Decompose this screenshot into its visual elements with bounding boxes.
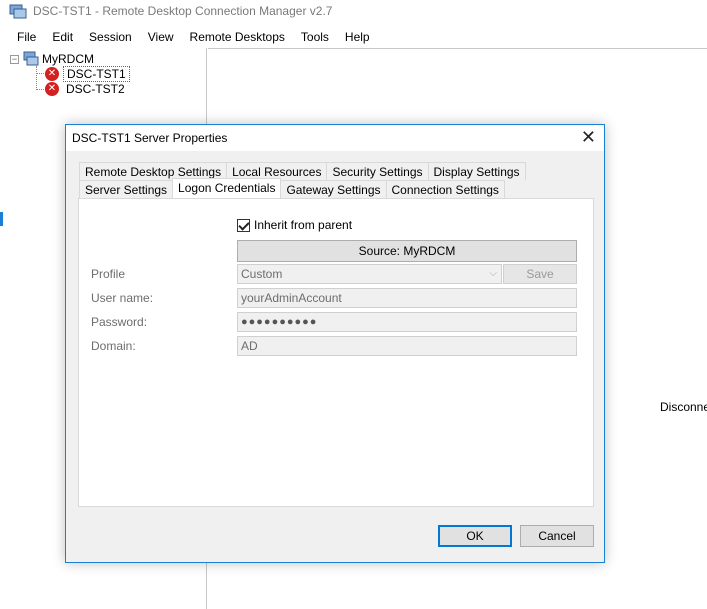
window-title: DSC-TST1 - Remote Desktop Connection Man… xyxy=(33,4,333,18)
password-label: Password: xyxy=(91,315,148,329)
server-properties-dialog: DSC-TST1 Server Properties ✕ Remote Desk… xyxy=(65,124,605,563)
domain-field[interactable]: AD xyxy=(237,336,577,356)
inherit-label: Inherit from parent xyxy=(254,218,353,232)
source-button[interactable]: Source: MyRDCM xyxy=(237,240,577,262)
tree-connector xyxy=(36,89,44,90)
tree-connector xyxy=(36,66,37,90)
main-titlebar: DSC-TST1 - Remote Desktop Connection Man… xyxy=(0,0,707,24)
disconnected-icon: ✕ xyxy=(45,82,59,96)
tab-connection-settings[interactable]: Connection Settings xyxy=(385,180,505,198)
profile-value: Custom xyxy=(241,267,283,281)
tree-node-dsc-tst1[interactable]: ✕ DSC-TST1 xyxy=(45,66,130,82)
menu-file[interactable]: File xyxy=(9,28,44,46)
tab-display-settings[interactable]: Display Settings xyxy=(427,162,526,180)
disconnected-icon: ✕ xyxy=(45,67,59,81)
password-field[interactable]: ●●●●●●●●●● xyxy=(237,312,577,332)
tree-root-myrdcm[interactable]: − MyRDCM xyxy=(10,51,94,67)
profile-label: Profile xyxy=(91,267,126,281)
chevron-down-icon: ⌵ xyxy=(489,268,497,279)
tree-connector xyxy=(36,73,44,74)
tab-logon-credentials[interactable]: Logon Credentials xyxy=(172,178,282,198)
tab-row-2: Server Settings Logon Credentials Gatewa… xyxy=(79,178,505,198)
menu-tools[interactable]: Tools xyxy=(293,28,337,46)
tree-node-label: DSC-TST1 xyxy=(63,66,130,82)
tree-node-label: DSC-TST2 xyxy=(66,82,125,96)
server-group-icon xyxy=(23,51,39,66)
tab-gateway-settings[interactable]: Gateway Settings xyxy=(280,180,387,198)
cancel-button[interactable]: Cancel xyxy=(520,525,594,547)
domain-label: Domain: xyxy=(91,339,136,353)
menubar: File Edit Session View Remote Desktops T… xyxy=(0,26,707,47)
username-field[interactable]: yourAdminAccount xyxy=(237,288,577,308)
ok-button[interactable]: OK xyxy=(438,525,512,547)
dialog-titlebar: DSC-TST1 Server Properties ✕ xyxy=(66,125,604,151)
close-icon[interactable]: ✕ xyxy=(581,127,596,147)
collapse-icon[interactable]: − xyxy=(10,54,19,64)
tab-row-1: Remote Desktop Settings Local Resources … xyxy=(79,162,526,180)
tree-node-dsc-tst2[interactable]: ✕ DSC-TST2 xyxy=(45,82,128,96)
tab-server-settings[interactable]: Server Settings xyxy=(79,180,174,198)
menu-remote-desktops[interactable]: Remote Desktops xyxy=(182,28,293,46)
profile-select[interactable]: Custom ⌵ xyxy=(237,264,502,284)
inherit-from-parent-row[interactable]: Inherit from parent xyxy=(237,218,352,232)
session-status-text: Disconne xyxy=(660,400,707,414)
menu-help[interactable]: Help xyxy=(337,28,378,46)
username-label: User name: xyxy=(91,291,154,305)
menu-session[interactable]: Session xyxy=(81,28,140,46)
tab-security-settings[interactable]: Security Settings xyxy=(326,162,429,180)
rdcman-app-icon xyxy=(9,4,27,19)
logon-credentials-panel: Inherit from parent Source: MyRDCM Profi… xyxy=(78,198,594,507)
dialog-title: DSC-TST1 Server Properties xyxy=(72,131,228,145)
scroll-indicator xyxy=(0,212,3,226)
tree-root-label: MyRDCM xyxy=(42,52,94,66)
menu-view[interactable]: View xyxy=(140,28,182,46)
save-button[interactable]: Save xyxy=(503,264,577,284)
menu-edit[interactable]: Edit xyxy=(44,28,81,46)
inherit-checkbox[interactable] xyxy=(237,218,250,232)
